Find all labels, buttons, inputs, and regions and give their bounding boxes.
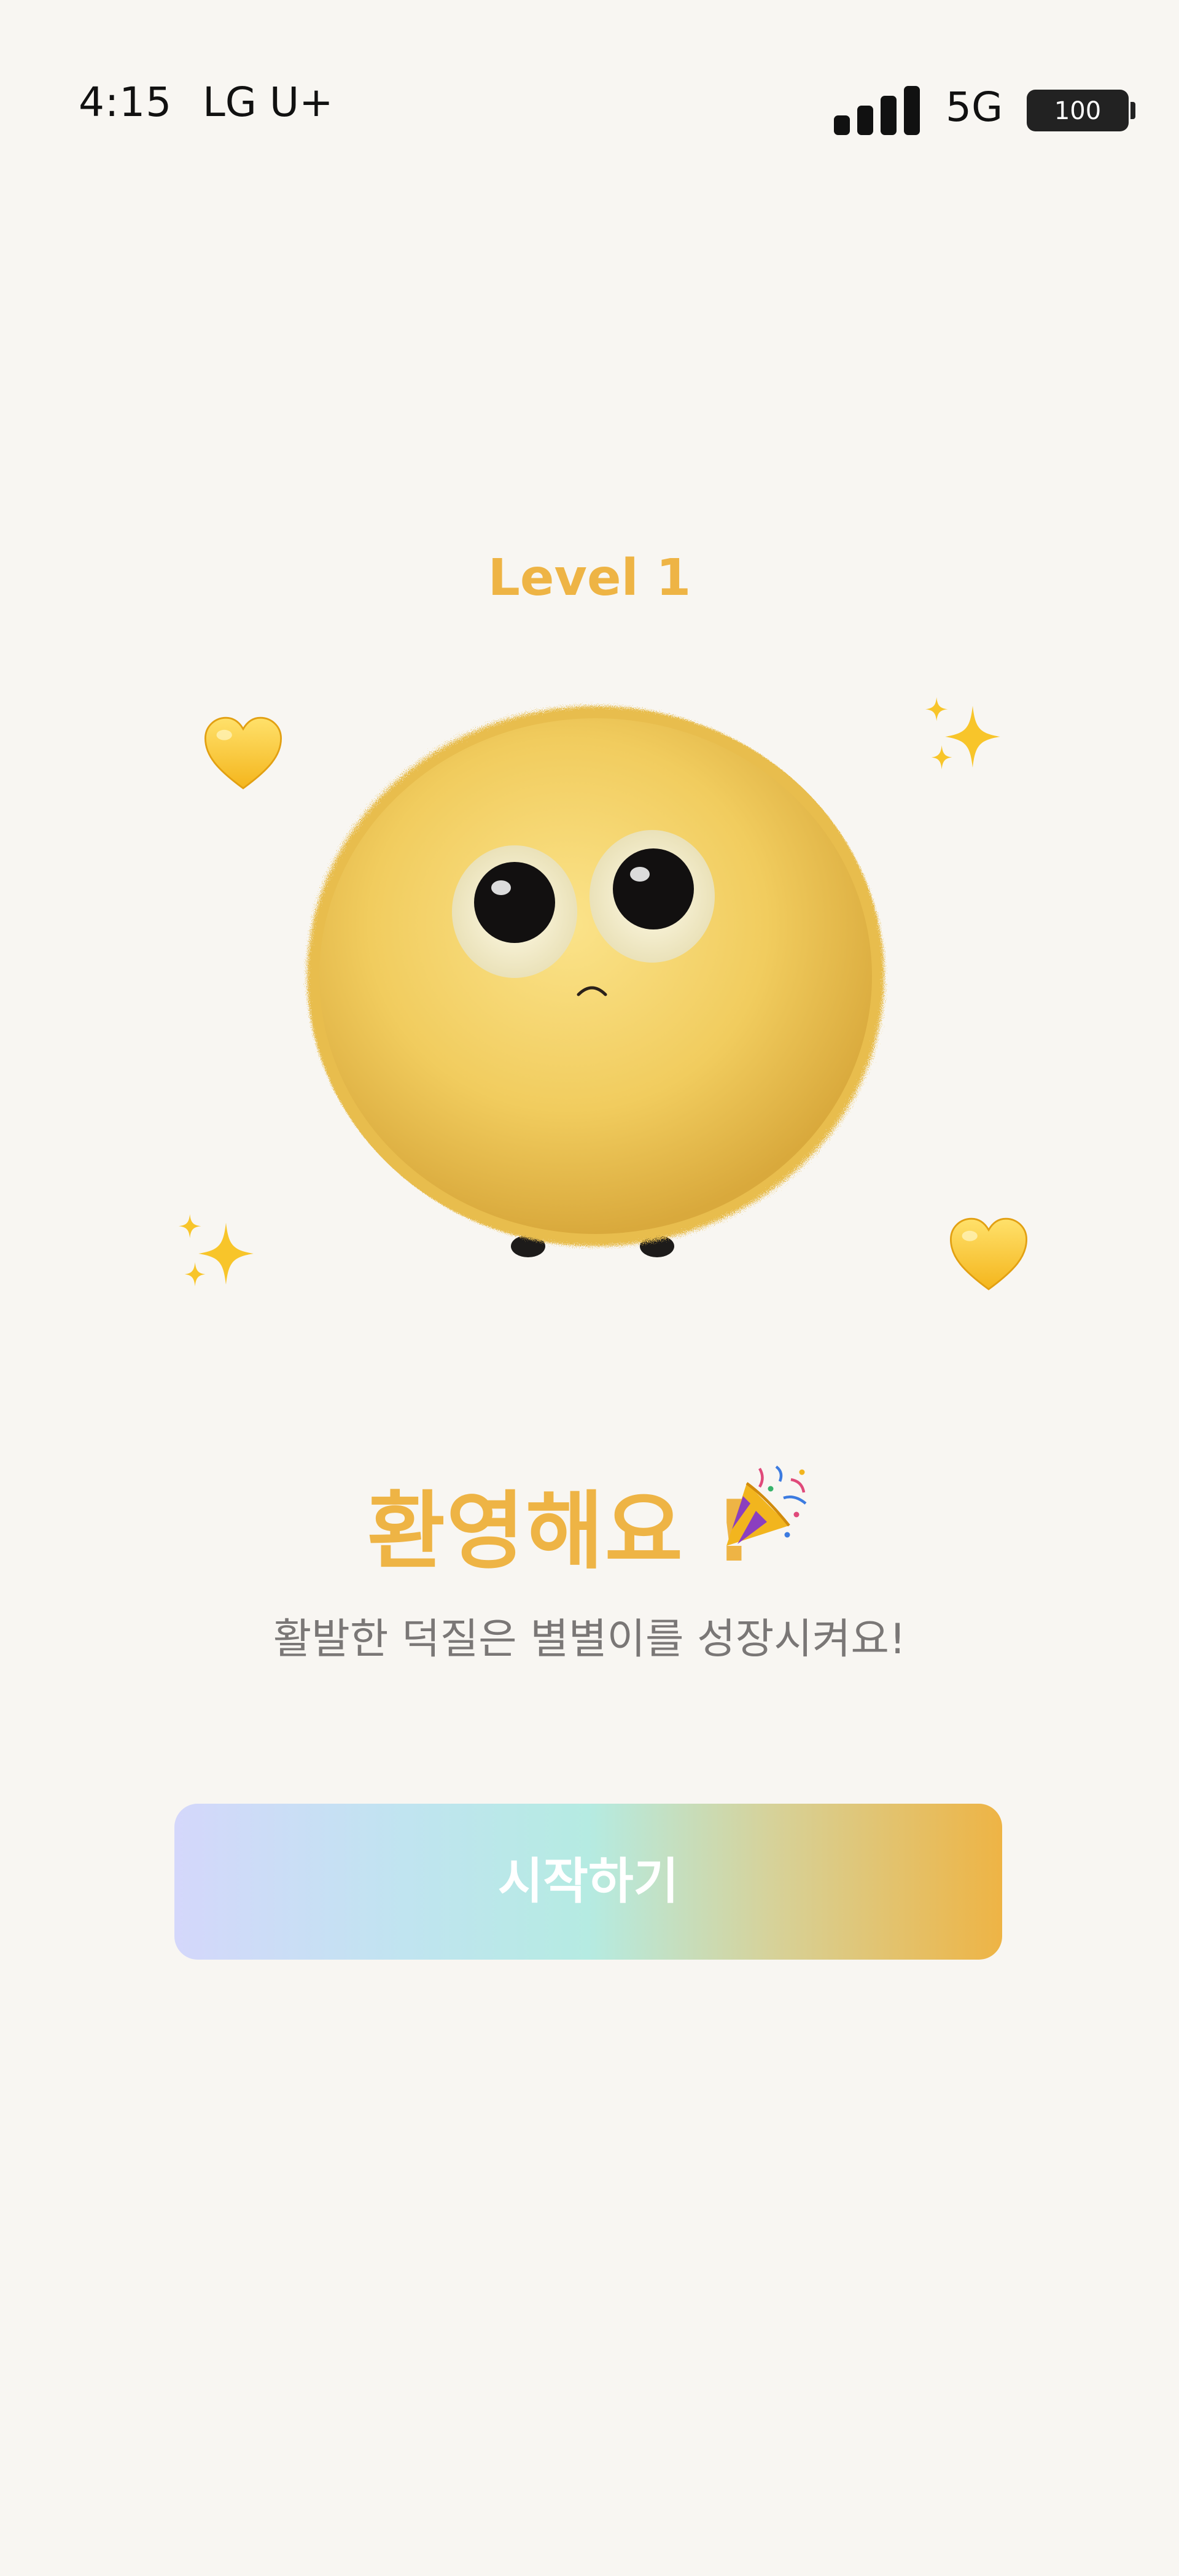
party-popper-icon	[726, 1465, 807, 1546]
signal-icon	[834, 86, 921, 135]
mascot-image	[307, 706, 884, 1257]
yellow-heart-icon	[949, 1217, 1028, 1290]
start-button-label: 시작하기	[497, 1854, 679, 1909]
status-bar: 4:15 LG U+ 5G 100	[0, 0, 1179, 160]
start-button[interactable]: 시작하기	[174, 1804, 1002, 1960]
welcome-title: 환영해요 !	[367, 1482, 755, 1581]
status-carrier: LG U+	[203, 79, 333, 126]
sparkles-icon	[179, 1214, 254, 1287]
welcome-subtitle: 활발한 덕질은 별별이를 성장시켜요!	[273, 1615, 906, 1664]
level-label: Level 1	[488, 549, 691, 607]
status-network: 5G	[946, 83, 1003, 131]
battery-icon: 100	[1027, 90, 1129, 131]
yellow-heart-icon	[204, 716, 282, 789]
battery-level: 100	[1054, 97, 1102, 125]
welcome-screen: 4:15 LG U+ 5G 100 Level 1 환영해요 ! 활발한 덕질은…	[0, 0, 1179, 2576]
sparkles-icon	[925, 697, 1000, 770]
battery-tip	[1130, 102, 1135, 119]
status-time: 4:15	[79, 79, 173, 126]
